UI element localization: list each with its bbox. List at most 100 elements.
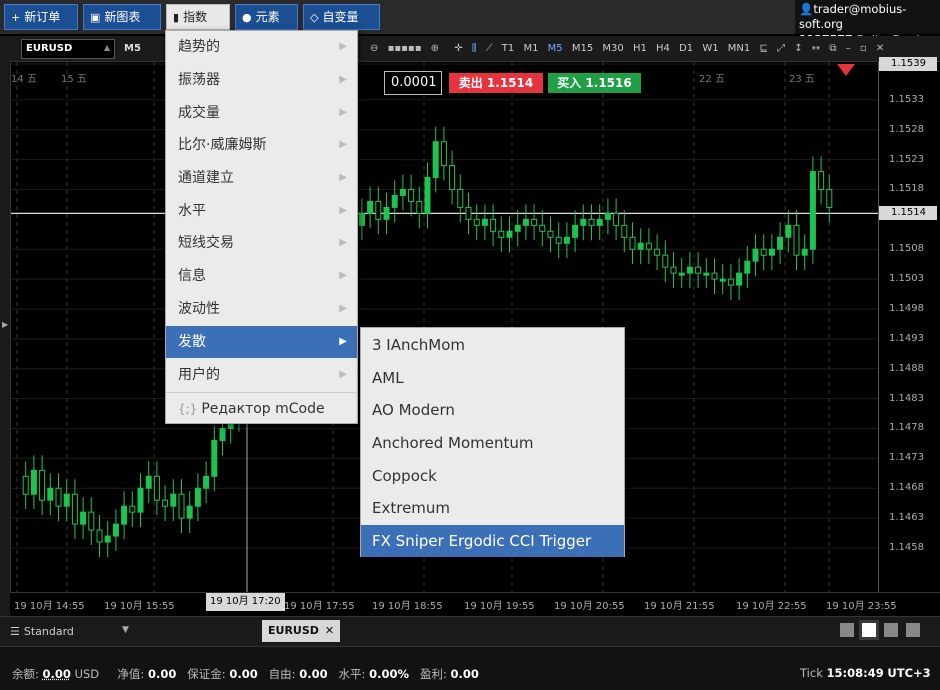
menu-item-volume[interactable]: 成交量 ▶ bbox=[166, 97, 357, 129]
zoom-in-icon[interactable]: ⊕ bbox=[431, 40, 439, 58]
symbol-selector[interactable]: EURUSD ▲▼ bbox=[21, 39, 115, 70]
candle-body bbox=[457, 188, 464, 208]
indicators-label: 指数 bbox=[183, 10, 208, 24]
candle-body bbox=[826, 188, 833, 208]
candle-body bbox=[522, 218, 529, 226]
expand-arrow-icon[interactable]: ▶ bbox=[2, 320, 8, 329]
submenu-item[interactable]: AML bbox=[361, 362, 624, 394]
fibo-icon[interactable]: ⊑ bbox=[759, 40, 767, 58]
symbol-tab[interactable]: EURUSD ✕ bbox=[262, 620, 341, 642]
candle-body bbox=[440, 141, 447, 167]
candle-body bbox=[367, 200, 374, 214]
tf-m5[interactable]: M5 bbox=[548, 40, 563, 58]
menu-item-oscillators[interactable]: 振荡器 ▶ bbox=[166, 64, 357, 96]
workspace-selector[interactable]: ☰ Standard ▼ bbox=[10, 625, 129, 638]
menu-item-custom[interactable]: 用户的 ▶ bbox=[166, 359, 357, 391]
submenu-item[interactable]: Extremum bbox=[361, 492, 624, 524]
candle-body bbox=[47, 487, 54, 501]
tf-h1[interactable]: H1 bbox=[633, 40, 647, 58]
free-label: 自由: bbox=[268, 667, 296, 681]
layout-single-icon[interactable] bbox=[840, 623, 854, 637]
price-axis[interactable]: 1.1539 1.1533 1.1528 1.1523 1.1518 1.1514 1.15… bbox=[878, 57, 940, 592]
indicators-button[interactable]: ▮ 指数 bbox=[166, 4, 230, 30]
candle-body bbox=[547, 230, 554, 238]
horizontal-line-icon[interactable]: ↔ bbox=[812, 40, 820, 58]
menu-item-trend[interactable]: 趋势的 ▶ bbox=[166, 31, 357, 63]
candle-body bbox=[621, 224, 628, 238]
tf-h4[interactable]: H4 bbox=[656, 40, 670, 58]
candle-body bbox=[637, 242, 644, 250]
maximize-icon[interactable]: ▫ bbox=[860, 40, 867, 58]
time-axis[interactable]: 19 10月 17:20 19 10月 14:55 19 10月 15:55 19 … bbox=[10, 592, 940, 616]
buy-button[interactable]: 买入 1.1516 bbox=[548, 73, 641, 93]
zoom-out-icon[interactable]: ⊖ bbox=[370, 40, 378, 58]
elements-button[interactable]: ● 元素 bbox=[235, 4, 298, 30]
minimize-icon[interactable]: – bbox=[846, 40, 851, 58]
layout-grid-icon[interactable] bbox=[862, 623, 876, 637]
layout-columns-icon[interactable] bbox=[884, 623, 898, 637]
tf-m30[interactable]: M30 bbox=[602, 40, 623, 58]
candle-body bbox=[424, 177, 431, 214]
submenu-item[interactable]: 3 IAnchMom bbox=[361, 329, 624, 361]
candles-icon[interactable]: ⫼ bbox=[472, 40, 477, 58]
layout-rows-icon[interactable] bbox=[906, 623, 920, 637]
vertical-line-icon[interactable]: ↕ bbox=[794, 40, 802, 58]
account-panel[interactable]: 👤trader@mobius-soft.org 1137577Dollar Fu… bbox=[795, 0, 940, 46]
tf-m1[interactable]: M1 bbox=[523, 40, 538, 58]
menu-item-info[interactable]: 信息 ▶ bbox=[166, 260, 357, 292]
trendline-icon[interactable]: ⤢ bbox=[777, 40, 785, 58]
period-label[interactable]: M5 bbox=[124, 40, 141, 58]
menu-item-label: 水平 bbox=[178, 203, 206, 219]
variables-button[interactable]: ◇ 自变量 bbox=[303, 4, 380, 30]
menu-item-mcode-editor[interactable]: {;} Редактор mCode bbox=[166, 392, 357, 424]
candle-body bbox=[809, 171, 816, 250]
candle-body bbox=[613, 212, 620, 226]
left-panel-strip[interactable]: ▶ bbox=[0, 36, 10, 616]
menu-item-scalping[interactable]: 短线交易 ▶ bbox=[166, 227, 357, 259]
workspace-bar: ☰ Standard ▼ EURUSD ✕ bbox=[0, 616, 940, 646]
submenu-item[interactable]: AO Modern bbox=[361, 394, 624, 426]
candle-body bbox=[432, 141, 439, 179]
menu-item-channels[interactable]: 通道建立 ▶ bbox=[166, 162, 357, 194]
tf-t1[interactable]: T1 bbox=[502, 40, 514, 58]
new-chart-button[interactable]: ▣ 新图表 bbox=[83, 4, 161, 30]
detach-icon[interactable]: ⧉ bbox=[829, 40, 836, 58]
candle-body bbox=[711, 272, 718, 280]
line-chart-icon[interactable]: ⟋ bbox=[486, 40, 493, 58]
candle-body bbox=[203, 475, 210, 489]
menu-item-bill-williams[interactable]: 比尔·威廉姆斯 ▶ bbox=[166, 129, 357, 161]
account-status: 余额: 0.00 USD 净值: 0.00 保证金: 0.00 自由: 0.00… bbox=[12, 666, 479, 682]
menu-item-divergence[interactable]: 发散 ▶ bbox=[166, 326, 357, 358]
crosshair-icon[interactable]: ✛ bbox=[454, 40, 462, 58]
currency: USD bbox=[74, 667, 100, 681]
chevron-right-icon: ▶ bbox=[339, 107, 347, 118]
candle-body bbox=[703, 272, 710, 276]
candle-body bbox=[506, 230, 513, 238]
tf-mn1[interactable]: MN1 bbox=[728, 40, 750, 58]
close-icon[interactable]: ✕ bbox=[876, 40, 884, 58]
menu-item-volatility[interactable]: 波动性 ▶ bbox=[166, 293, 357, 325]
candle-body bbox=[186, 505, 193, 519]
candle-body bbox=[383, 206, 390, 220]
submenu-item[interactable]: Coppock bbox=[361, 460, 624, 492]
balance-value[interactable]: 0.00 bbox=[43, 667, 71, 681]
time-tick-label: 19 10月 23:55 bbox=[826, 601, 897, 612]
timezone-selector[interactable]: UTC+3 bbox=[887, 666, 930, 680]
new-order-button[interactable]: + 新订单 bbox=[4, 4, 78, 30]
lot-size-input[interactable]: 0.0001 bbox=[384, 71, 442, 95]
tf-w1[interactable]: W1 bbox=[702, 40, 718, 58]
price-tick-label: 1.1478 bbox=[889, 422, 924, 434]
tf-d1[interactable]: D1 bbox=[679, 40, 693, 58]
menu-item-levels[interactable]: 水平 ▶ bbox=[166, 195, 357, 227]
sell-button[interactable]: 卖出 1.1514 bbox=[449, 73, 543, 93]
candle-body bbox=[104, 535, 111, 543]
tf-m15[interactable]: M15 bbox=[572, 40, 593, 58]
zoom-slider[interactable]: ▪▪▪▪▪ bbox=[388, 40, 422, 58]
candle-body bbox=[670, 266, 677, 274]
candle-body bbox=[654, 248, 661, 256]
close-tab-icon[interactable]: ✕ bbox=[325, 624, 334, 637]
menu-item-label: 振荡器 bbox=[178, 72, 220, 88]
submenu-item-fx-sniper[interactable]: FX Sniper Ergodic CCI Trigger bbox=[361, 525, 624, 557]
candle-body bbox=[596, 218, 603, 226]
submenu-item[interactable]: Anchored Momentum bbox=[361, 427, 624, 459]
